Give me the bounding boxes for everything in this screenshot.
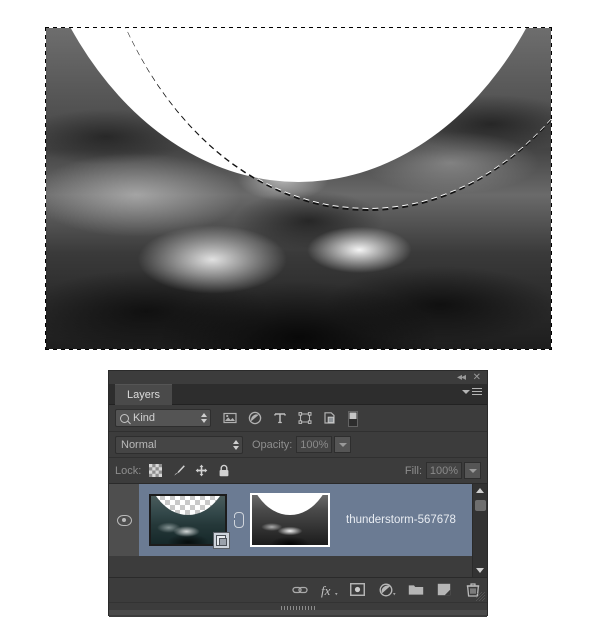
search-icon — [120, 413, 129, 423]
layer-style-button[interactable]: fx — [321, 583, 338, 598]
blend-mode-row: Normal Opacity: 100% — [109, 432, 487, 458]
lock-label: Lock: — [115, 464, 142, 477]
scrollbar-thumb[interactable] — [475, 500, 486, 511]
blend-mode-spinner[interactable] — [233, 439, 239, 450]
canvas-area — [0, 0, 600, 362]
opacity-value[interactable]: 100% — [296, 436, 333, 453]
lock-position-icon[interactable] — [195, 464, 208, 477]
table-row[interactable]: thunderstorm-567678 — [109, 484, 472, 556]
link-layers-button[interactable] — [292, 583, 308, 598]
layer-visibility-toggle[interactable] — [109, 484, 139, 556]
filter-pixel-icon[interactable] — [223, 411, 237, 425]
opacity-dropdown-button[interactable] — [334, 436, 352, 453]
lock-all-icon[interactable] — [218, 464, 231, 477]
blend-mode-value: Normal — [121, 438, 157, 451]
fill-label: Fill: — [404, 464, 422, 477]
panel-menu-icon[interactable] — [462, 388, 482, 395]
tab-layers[interactable]: Layers — [115, 384, 173, 405]
panel-titlebar: ◂◂ ✕ — [109, 371, 487, 384]
blend-mode-select[interactable]: Normal — [115, 435, 243, 454]
eye-icon — [116, 514, 132, 526]
close-icon[interactable]: ✕ — [473, 372, 481, 383]
svg-text:fx: fx — [321, 583, 331, 598]
scroll-up-arrow-icon[interactable] — [473, 484, 487, 497]
new-group-button[interactable] — [408, 583, 424, 598]
lock-transparent-pixels-icon[interactable] — [149, 464, 163, 477]
layer-list: thunderstorm-567678 — [109, 484, 487, 578]
scroll-down-arrow-icon[interactable] — [473, 564, 487, 577]
filter-smartobject-icon[interactable] — [323, 411, 337, 425]
layer-thumbnail-wrap[interactable] — [149, 494, 230, 549]
filter-adjustment-icon[interactable] — [248, 411, 262, 425]
layer-name[interactable]: thunderstorm-567678 — [346, 514, 456, 526]
filter-toggle-icon[interactable] — [348, 411, 362, 427]
opacity-label: Opacity: — [252, 438, 293, 451]
menu-lines-icon — [472, 388, 482, 395]
panel-resize-grip[interactable] — [476, 592, 485, 601]
new-adjustment-layer-button[interactable] — [379, 583, 396, 598]
panel-tab-row: Layers — [109, 384, 487, 405]
filter-icon-group — [223, 411, 362, 427]
fill-value[interactable]: 100% — [426, 462, 462, 479]
fill-dropdown-button[interactable] — [464, 462, 481, 479]
panel-bottom-strip — [109, 610, 487, 615]
layer-list-scrollbar[interactable] — [472, 484, 487, 577]
collapse-panel-icon[interactable]: ◂◂ — [457, 372, 466, 383]
smart-object-badge-icon — [213, 532, 230, 549]
filter-kind-select[interactable]: Kind — [115, 409, 211, 427]
link-mask-icon[interactable] — [232, 510, 245, 530]
layer-mask-thumbnail[interactable] — [250, 493, 330, 547]
lock-image-pixels-icon[interactable] — [172, 464, 186, 477]
filter-kind-value: Kind — [133, 412, 156, 424]
document-image[interactable] — [45, 27, 552, 350]
layers-panel: ◂◂ ✕ Layers Kind Normal Opacity: 100% Lo… — [108, 370, 488, 617]
filter-type-icon[interactable] — [273, 411, 287, 425]
lock-icon-group — [149, 464, 231, 477]
filter-kind-spinner[interactable] — [201, 413, 207, 423]
add-layer-mask-button[interactable] — [349, 582, 366, 598]
layers-panel-footer: fx — [109, 578, 487, 602]
layer-filter-row: Kind — [109, 405, 487, 432]
chevron-down-icon — [462, 389, 470, 394]
lock-row: Lock: Fill: 100% — [109, 458, 487, 484]
new-layer-button[interactable] — [437, 583, 452, 598]
filter-shape-icon[interactable] — [298, 411, 312, 425]
